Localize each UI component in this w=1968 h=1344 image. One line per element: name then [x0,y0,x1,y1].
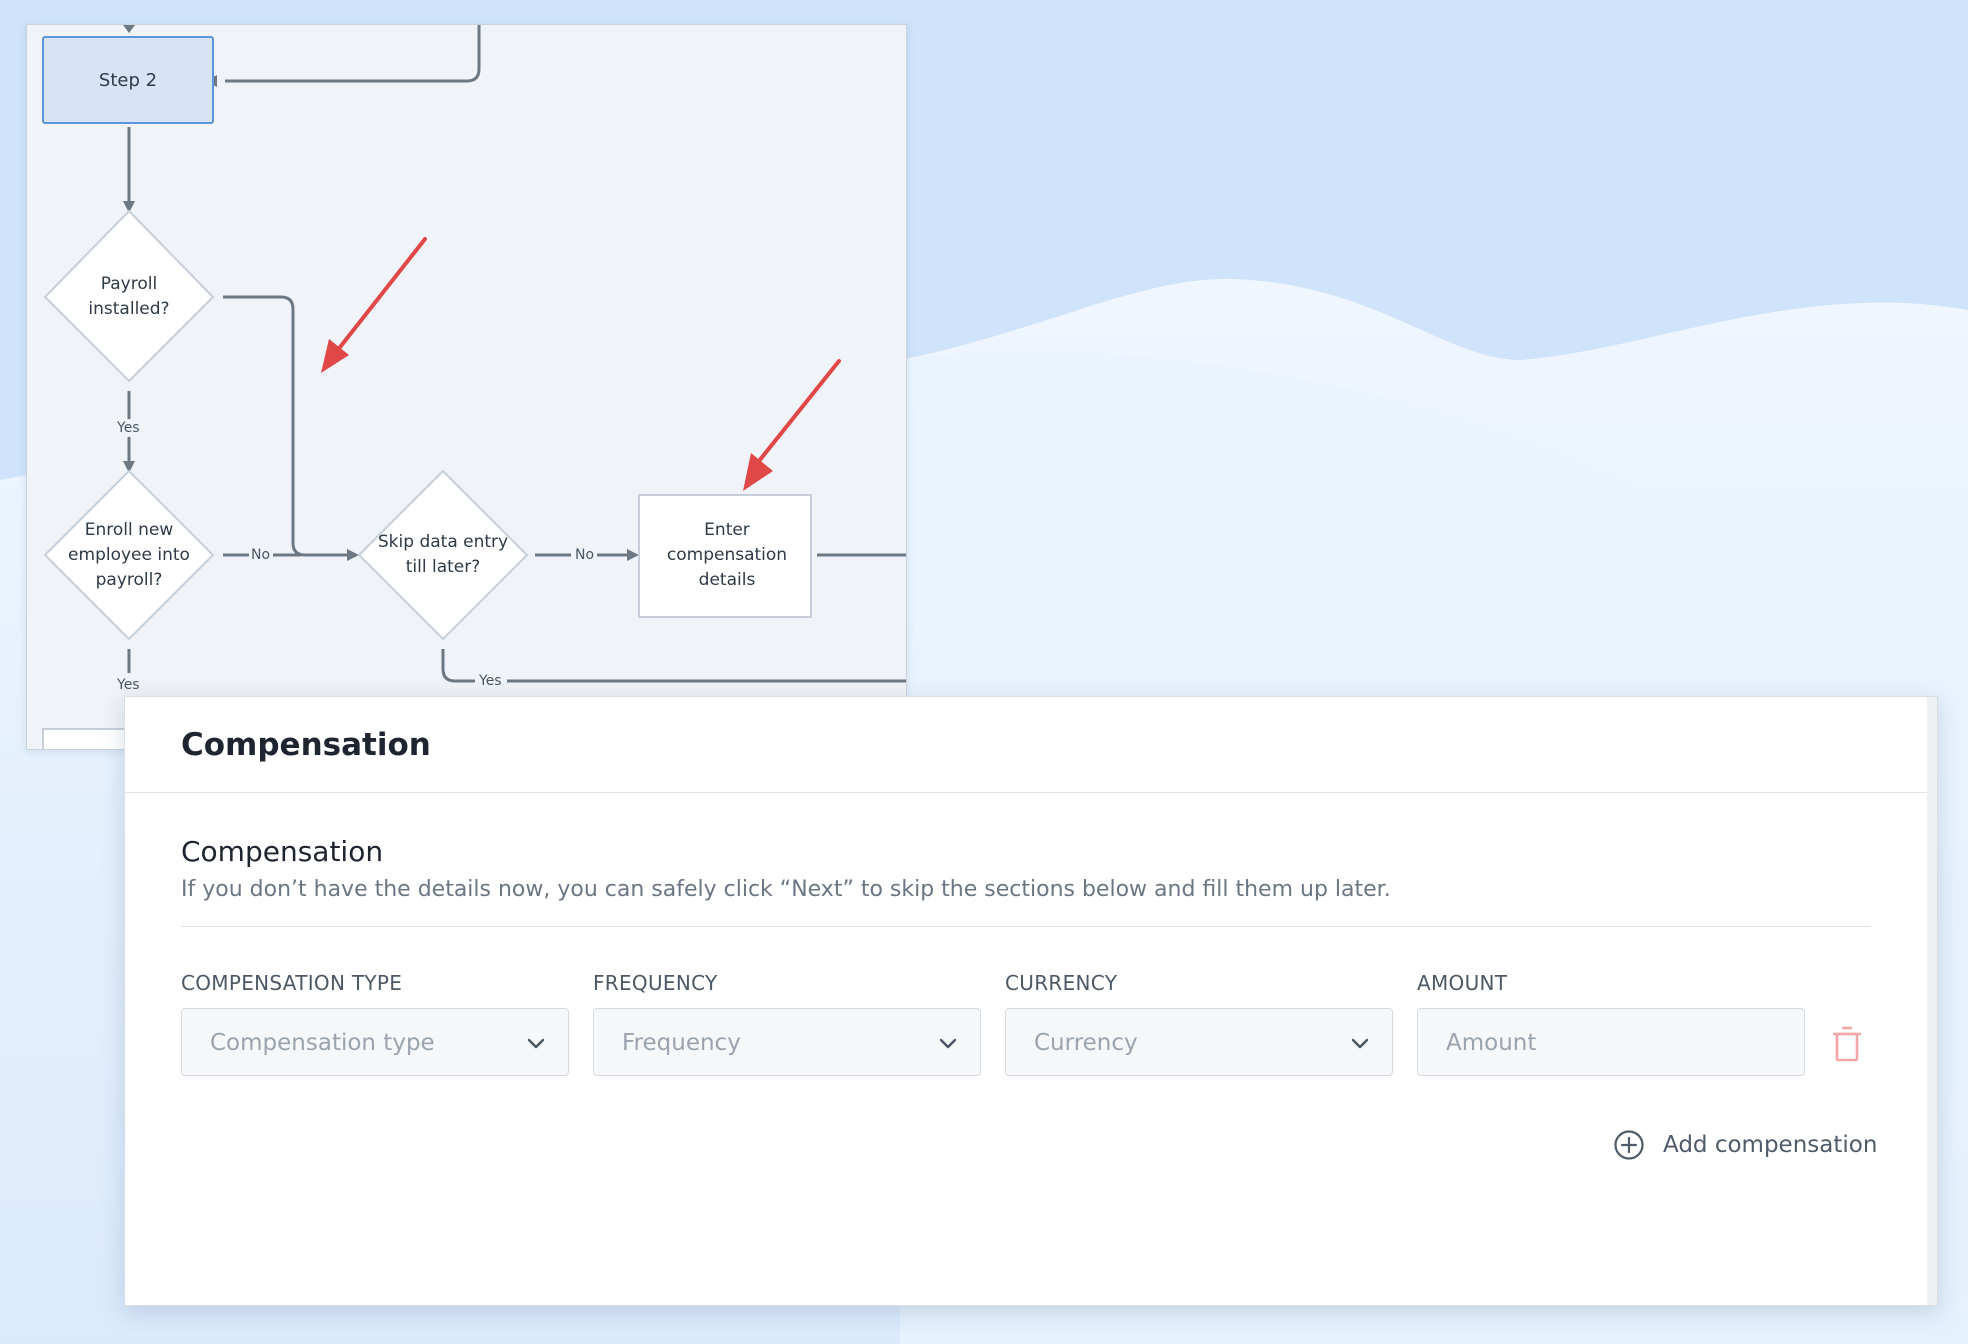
frequency-label: FREQUENCY [593,971,718,995]
section-divider [181,926,1871,927]
edge-label-yes: Yes [477,673,504,689]
flow-skip-decision: Skip data entry till later? [377,532,509,577]
edge-label-yes: Yes [115,420,142,436]
card-header: Compensation [125,697,1927,793]
section-description: If you don’t have the details now, you c… [181,877,1391,902]
compensation-type-select[interactable]: Compensation type [181,1008,569,1076]
flow-enter-compensation: Enter compensation details [666,519,788,590]
frequency-placeholder: Frequency [622,1030,741,1056]
flow-step2-label: Step 2 [98,69,158,91]
edge-label-yes: Yes [115,677,142,693]
flowchart-lines [42,25,906,749]
chevron-down-icon [939,1038,957,1049]
flowchart-panel: Step 2 Payroll installed? Enroll new emp… [26,24,907,750]
edge-label-no: No [573,547,597,563]
flow-enroll-decision: Enroll new employee into payroll? [68,519,190,590]
red-arrow-icon [743,359,841,491]
edge-label-no: No [249,547,273,563]
currency-select[interactable]: Currency [1005,1008,1393,1076]
section-title: Compensation [181,835,384,868]
amount-label: AMOUNT [1417,971,1508,995]
add-compensation-label: Add compensation [1663,1132,1878,1158]
compensation-type-label: COMPENSATION TYPE [181,971,403,995]
card-scrollbar[interactable] [1927,697,1937,1305]
currency-placeholder: Currency [1034,1030,1138,1056]
compensation-type-placeholder: Compensation type [210,1030,435,1056]
compensation-card: Compensation Compensation If you don’t h… [124,696,1938,1306]
card-title: Compensation [181,727,431,763]
plus-circle-icon [1614,1130,1644,1160]
currency-label: CURRENCY [1005,971,1118,995]
trash-icon[interactable] [1831,1026,1863,1062]
amount-input[interactable]: Amount [1417,1008,1805,1076]
chevron-down-icon [527,1038,545,1049]
frequency-select[interactable]: Frequency [593,1008,981,1076]
chevron-down-icon [1351,1038,1369,1049]
add-compensation-button[interactable]: Add compensation [1613,1125,1877,1165]
amount-placeholder: Amount [1446,1030,1537,1056]
flow-payroll-decision: Payroll installed? [88,274,170,319]
red-arrow-icon [321,237,427,373]
